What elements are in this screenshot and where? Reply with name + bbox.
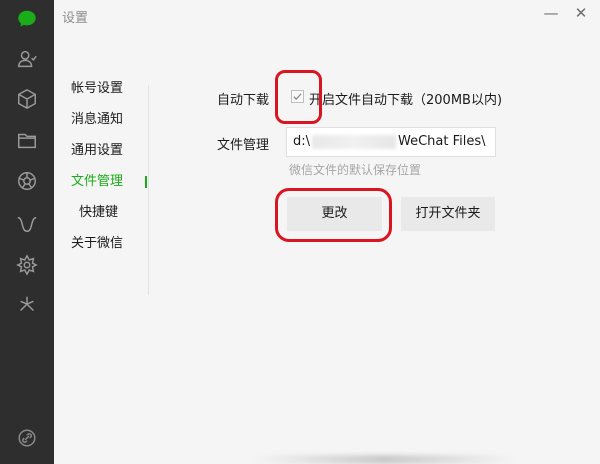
nav-item-account[interactable]: 帐号设置	[54, 76, 148, 107]
path-redacted	[312, 134, 397, 149]
nav-item-shortcuts[interactable]: 快捷键	[54, 200, 148, 231]
minimize-button[interactable]: —	[542, 4, 560, 22]
settings-window: 设置 — ✕ 帐号设置 消息通知 通用设置 文件管理 快捷键 关于微信 自动下载…	[54, 0, 600, 464]
open-folder-button[interactable]: 打开文件夹	[401, 197, 495, 231]
nav-active-marker	[145, 176, 147, 188]
contacts-icon[interactable]	[14, 46, 40, 72]
chat-icon[interactable]	[14, 6, 40, 32]
nav-divider	[148, 85, 149, 295]
checkmark-icon	[293, 93, 302, 100]
close-button[interactable]: ✕	[572, 4, 590, 22]
file-management-label: 文件管理	[217, 138, 270, 153]
nav-item-about[interactable]: 关于微信	[54, 231, 148, 262]
path-prefix: d:\	[293, 134, 311, 149]
moments-icon[interactable]	[14, 168, 40, 194]
blurred-footer	[254, 455, 514, 464]
nav-item-file-management[interactable]: 文件管理	[54, 169, 148, 200]
path-hint: 微信文件的默认保存位置	[289, 163, 422, 177]
icon-rail	[0, 0, 54, 464]
auto-download-checkbox-label[interactable]: 开启文件自动下载（200MB以内)	[309, 89, 502, 108]
file-path-field[interactable]: d:\ WeChat Files\	[286, 127, 496, 157]
channels-icon[interactable]	[14, 252, 40, 278]
change-button[interactable]: 更改	[287, 197, 382, 231]
path-suffix: WeChat Files\	[398, 134, 486, 149]
more-icon[interactable]	[14, 425, 40, 451]
mini-programs-icon[interactable]	[14, 211, 40, 237]
nav-item-notifications[interactable]: 消息通知	[54, 107, 148, 138]
auto-download-checkbox[interactable]	[291, 90, 304, 103]
settings-nav: 帐号设置 消息通知 通用设置 文件管理 快捷键 关于微信	[54, 76, 148, 262]
favorites-icon[interactable]	[14, 86, 40, 112]
sparkle-icon[interactable]	[14, 292, 40, 318]
auto-download-label: 自动下载	[217, 93, 270, 108]
files-icon[interactable]	[14, 127, 40, 153]
window-title: 设置	[62, 11, 89, 26]
nav-item-general[interactable]: 通用设置	[54, 138, 148, 169]
